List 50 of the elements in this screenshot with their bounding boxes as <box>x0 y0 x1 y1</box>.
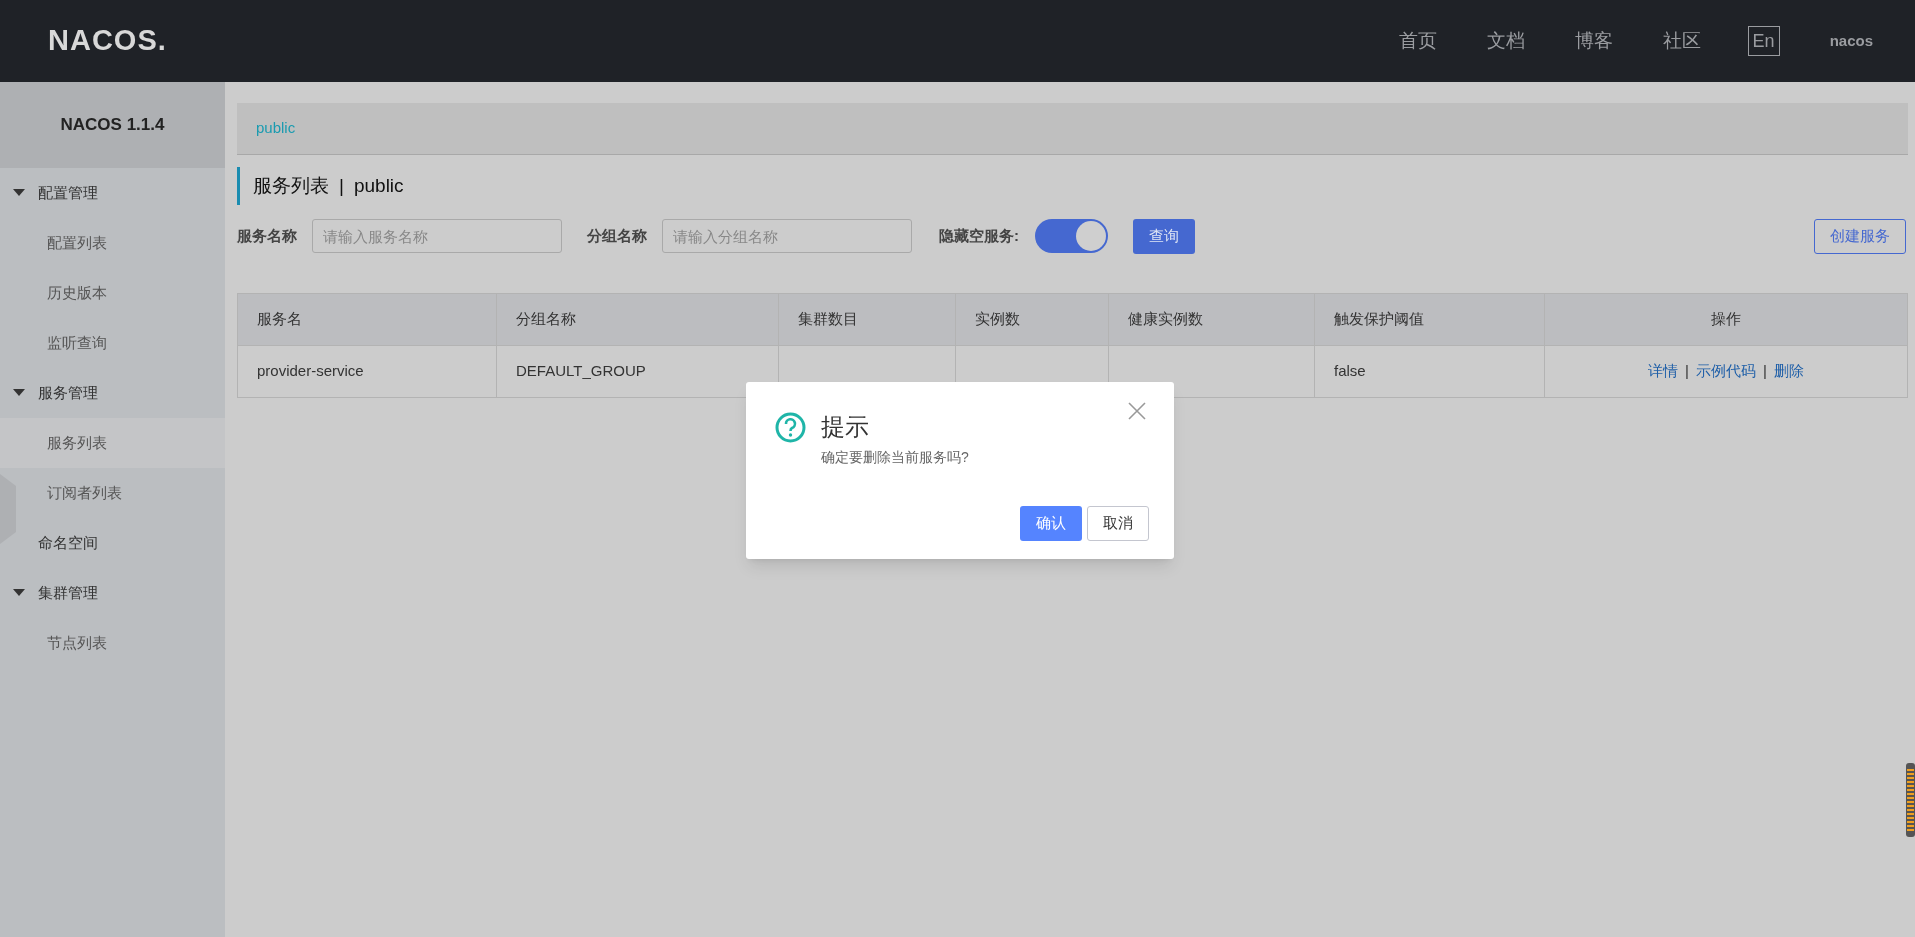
action-link[interactable]: 删除 <box>1773 362 1804 380</box>
dialog-title: 提示 <box>821 412 869 442</box>
menu-item[interactable]: 配置列表 <box>47 231 107 255</box>
filter-label: 分组名称 <box>587 225 647 246</box>
page-title: 服务列表 <box>253 173 329 198</box>
nav-link[interactable]: 文档 <box>1486 26 1525 56</box>
menu-group[interactable]: 集群管理 <box>38 581 98 605</box>
menu-group[interactable]: 配置管理 <box>38 181 98 205</box>
confirm-button[interactable]: 确认 <box>1020 506 1082 541</box>
text-input[interactable]: 请输入服务名称 <box>312 219 562 253</box>
toggle-label: 隐藏空服务: <box>939 225 1019 246</box>
text-input[interactable]: 请输入分组名称 <box>662 219 912 253</box>
title-separator: | <box>339 173 344 198</box>
menu-group[interactable]: 服务管理 <box>38 381 98 405</box>
sidebar-title: NACOS 1.1.4 <box>0 82 225 168</box>
menu-item[interactable]: 服务列表 <box>0 418 225 468</box>
menu-item[interactable]: 订阅者列表 <box>47 481 122 505</box>
action-link[interactable]: 示例代码 <box>1696 362 1756 380</box>
link-separator: | <box>1685 362 1689 380</box>
column-header: 健康实例数 <box>1108 293 1315 346</box>
menu-item[interactable]: 监听查询 <box>47 331 107 355</box>
link-separator: | <box>1763 362 1767 380</box>
resize-grip-icon[interactable] <box>1906 763 1915 837</box>
table-cell: false <box>1314 345 1545 398</box>
menu-item[interactable]: 历史版本 <box>47 281 107 305</box>
column-header: 操作 <box>1544 293 1908 346</box>
logo[interactable]: NACOS. <box>48 19 167 63</box>
filter-label: 服务名称 <box>237 225 297 246</box>
dialog-message: 确定要删除当前服务吗? <box>821 448 970 467</box>
action-link[interactable]: 详情 <box>1648 362 1679 380</box>
language-button[interactable]: En <box>1747 26 1780 56</box>
column-header: 分组名称 <box>496 293 779 346</box>
cancel-button[interactable]: 取消 <box>1087 506 1149 541</box>
column-header: 触发保护阈值 <box>1314 293 1545 346</box>
table-cell: provider-service <box>237 345 497 398</box>
column-header: 集群数目 <box>778 293 956 346</box>
nav-link[interactable]: 首页 <box>1398 26 1437 56</box>
column-header: 服务名 <box>237 293 497 346</box>
menu-group[interactable]: 命名空间 <box>38 531 98 555</box>
query-button[interactable]: 查询 <box>1133 218 1195 254</box>
nav-link[interactable]: 社区 <box>1662 26 1701 56</box>
column-header: 实例数 <box>955 293 1109 346</box>
close-icon[interactable] <box>1128 402 1146 420</box>
toggle-switch[interactable] <box>1035 219 1108 253</box>
question-icon <box>775 411 806 443</box>
menu-item[interactable]: 节点列表 <box>47 631 107 655</box>
create-service-button[interactable]: 创建服务 <box>1814 218 1906 254</box>
namespace-name: public <box>353 173 404 198</box>
user-name[interactable]: nacos <box>1829 29 1873 53</box>
nav-link[interactable]: 博客 <box>1574 26 1613 56</box>
